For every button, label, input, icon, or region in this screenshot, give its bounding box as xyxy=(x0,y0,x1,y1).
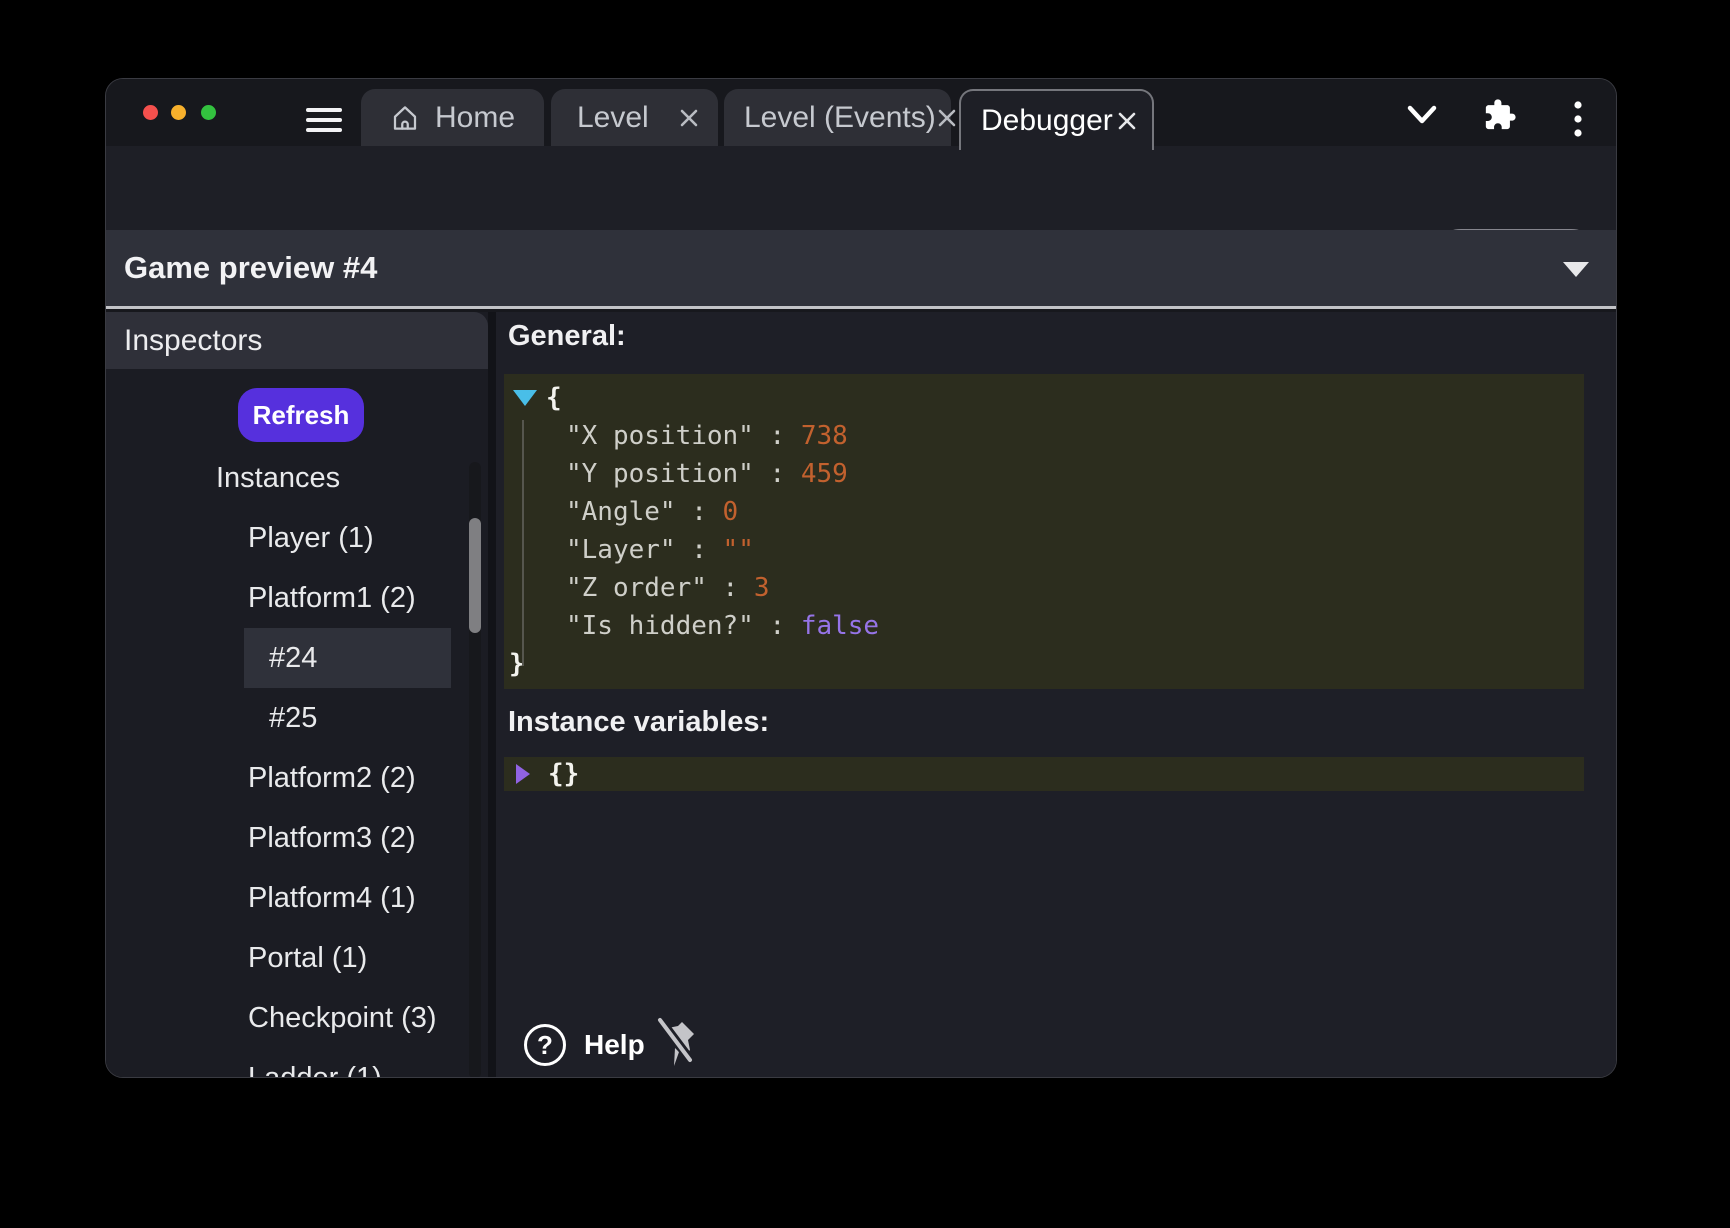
maximize-window-button[interactable] xyxy=(201,105,216,120)
tree-item-platform1[interactable]: Platform1 (2) xyxy=(106,568,451,628)
tab-label: Home xyxy=(435,101,515,135)
pin-off-icon[interactable] xyxy=(648,1014,704,1074)
dropdown-caret-icon[interactable] xyxy=(1563,262,1589,277)
tab-level-events[interactable]: Level (Events) xyxy=(724,89,951,146)
general-section-label: General: xyxy=(508,320,626,353)
tree-item-instance-24-selected[interactable]: #24 xyxy=(244,628,451,688)
extensions-puzzle-icon[interactable] xyxy=(1483,98,1517,132)
help-icon[interactable]: ? xyxy=(524,1024,566,1066)
game-preview-selector[interactable]: Game preview #4 xyxy=(106,230,1616,309)
debugger-toolbar: Pause xyxy=(106,146,1616,230)
close-icon[interactable] xyxy=(678,107,700,129)
tree-item-checkpoint[interactable]: Checkpoint (3) xyxy=(106,988,451,1048)
general-properties-tree: { "X position" : 738 "Y position" : 459 … xyxy=(504,374,1584,689)
close-brace: } xyxy=(504,645,1584,683)
instance-variables-tree[interactable]: {} xyxy=(504,757,1584,791)
tab-label: Debugger xyxy=(981,104,1113,138)
property-row-y-position[interactable]: "Y position" : 459 xyxy=(504,455,1584,493)
tree-item-ladder[interactable]: Ladder (1) xyxy=(106,1048,451,1078)
minimize-window-button[interactable] xyxy=(171,105,186,120)
close-icon[interactable] xyxy=(936,107,958,129)
property-value[interactable]: "" xyxy=(723,535,754,565)
chevron-down-icon[interactable] xyxy=(1406,104,1438,126)
tree-item-platform4[interactable]: Platform4 (1) xyxy=(106,868,451,928)
screen: Home Level Level (Events) Debugger xyxy=(0,0,1730,1228)
inspectors-header: Inspectors xyxy=(106,312,488,369)
property-value[interactable]: 3 xyxy=(754,573,770,603)
tree-item-instance-25[interactable]: #25 xyxy=(106,688,451,748)
property-row-x-position[interactable]: "X position" : 738 xyxy=(504,417,1584,455)
refresh-button[interactable]: Refresh xyxy=(238,388,364,442)
close-icon[interactable] xyxy=(1116,110,1138,132)
tree-item-instances[interactable]: Instances xyxy=(106,448,451,508)
property-value[interactable]: 0 xyxy=(723,497,739,527)
collapse-arrow-icon[interactable] xyxy=(513,390,537,406)
close-window-button[interactable] xyxy=(143,105,158,120)
tab-level[interactable]: Level xyxy=(551,89,718,146)
menu-icon[interactable] xyxy=(306,108,342,133)
tree-item-player[interactable]: Player (1) xyxy=(106,508,451,568)
property-value[interactable]: false xyxy=(801,611,879,641)
panel-divider xyxy=(488,312,496,1078)
inspectors-sidebar: Inspectors Refresh Instances Player (1) … xyxy=(106,312,488,1078)
property-row-layer[interactable]: "Layer" : "" xyxy=(504,531,1584,569)
app-window: Home Level Level (Events) Debugger xyxy=(105,78,1617,1078)
expand-arrow-icon[interactable] xyxy=(516,764,530,784)
tree-item-platform3[interactable]: Platform3 (2) xyxy=(106,808,451,868)
game-preview-title: Game preview #4 xyxy=(124,250,377,286)
home-icon xyxy=(390,103,420,133)
instance-inspector-panel: General: { "X position" : 738 "Y positio… xyxy=(496,312,1616,1078)
tree-item-portal[interactable]: Portal (1) xyxy=(106,928,451,988)
property-row-is-hidden[interactable]: "Is hidden?" : false xyxy=(504,607,1584,645)
kebab-menu-icon[interactable] xyxy=(1571,100,1585,140)
help-button[interactable]: Help xyxy=(584,1026,645,1064)
property-row-angle[interactable]: "Angle" : 0 xyxy=(504,493,1584,531)
tab-label: Level (Events) xyxy=(744,101,936,135)
variables-empty-object: {} xyxy=(548,759,579,789)
tree-item-platform2[interactable]: Platform2 (2) xyxy=(106,748,451,808)
tab-label: Level xyxy=(577,101,649,135)
property-row-z-order[interactable]: "Z order" : 3 xyxy=(504,569,1584,607)
title-bar: Home Level Level (Events) Debugger xyxy=(106,79,1616,146)
scrollbar-thumb[interactable] xyxy=(469,518,481,633)
tree-guide-line xyxy=(522,420,524,666)
tab-debugger-active[interactable]: Debugger xyxy=(959,89,1154,150)
instance-variables-label: Instance variables: xyxy=(508,706,769,739)
property-value[interactable]: 459 xyxy=(801,459,848,489)
open-brace: { xyxy=(546,379,562,417)
debugger-body: Inspectors Refresh Instances Player (1) … xyxy=(106,312,1616,1078)
property-value[interactable]: 738 xyxy=(801,421,848,451)
tab-home[interactable]: Home xyxy=(361,89,544,146)
